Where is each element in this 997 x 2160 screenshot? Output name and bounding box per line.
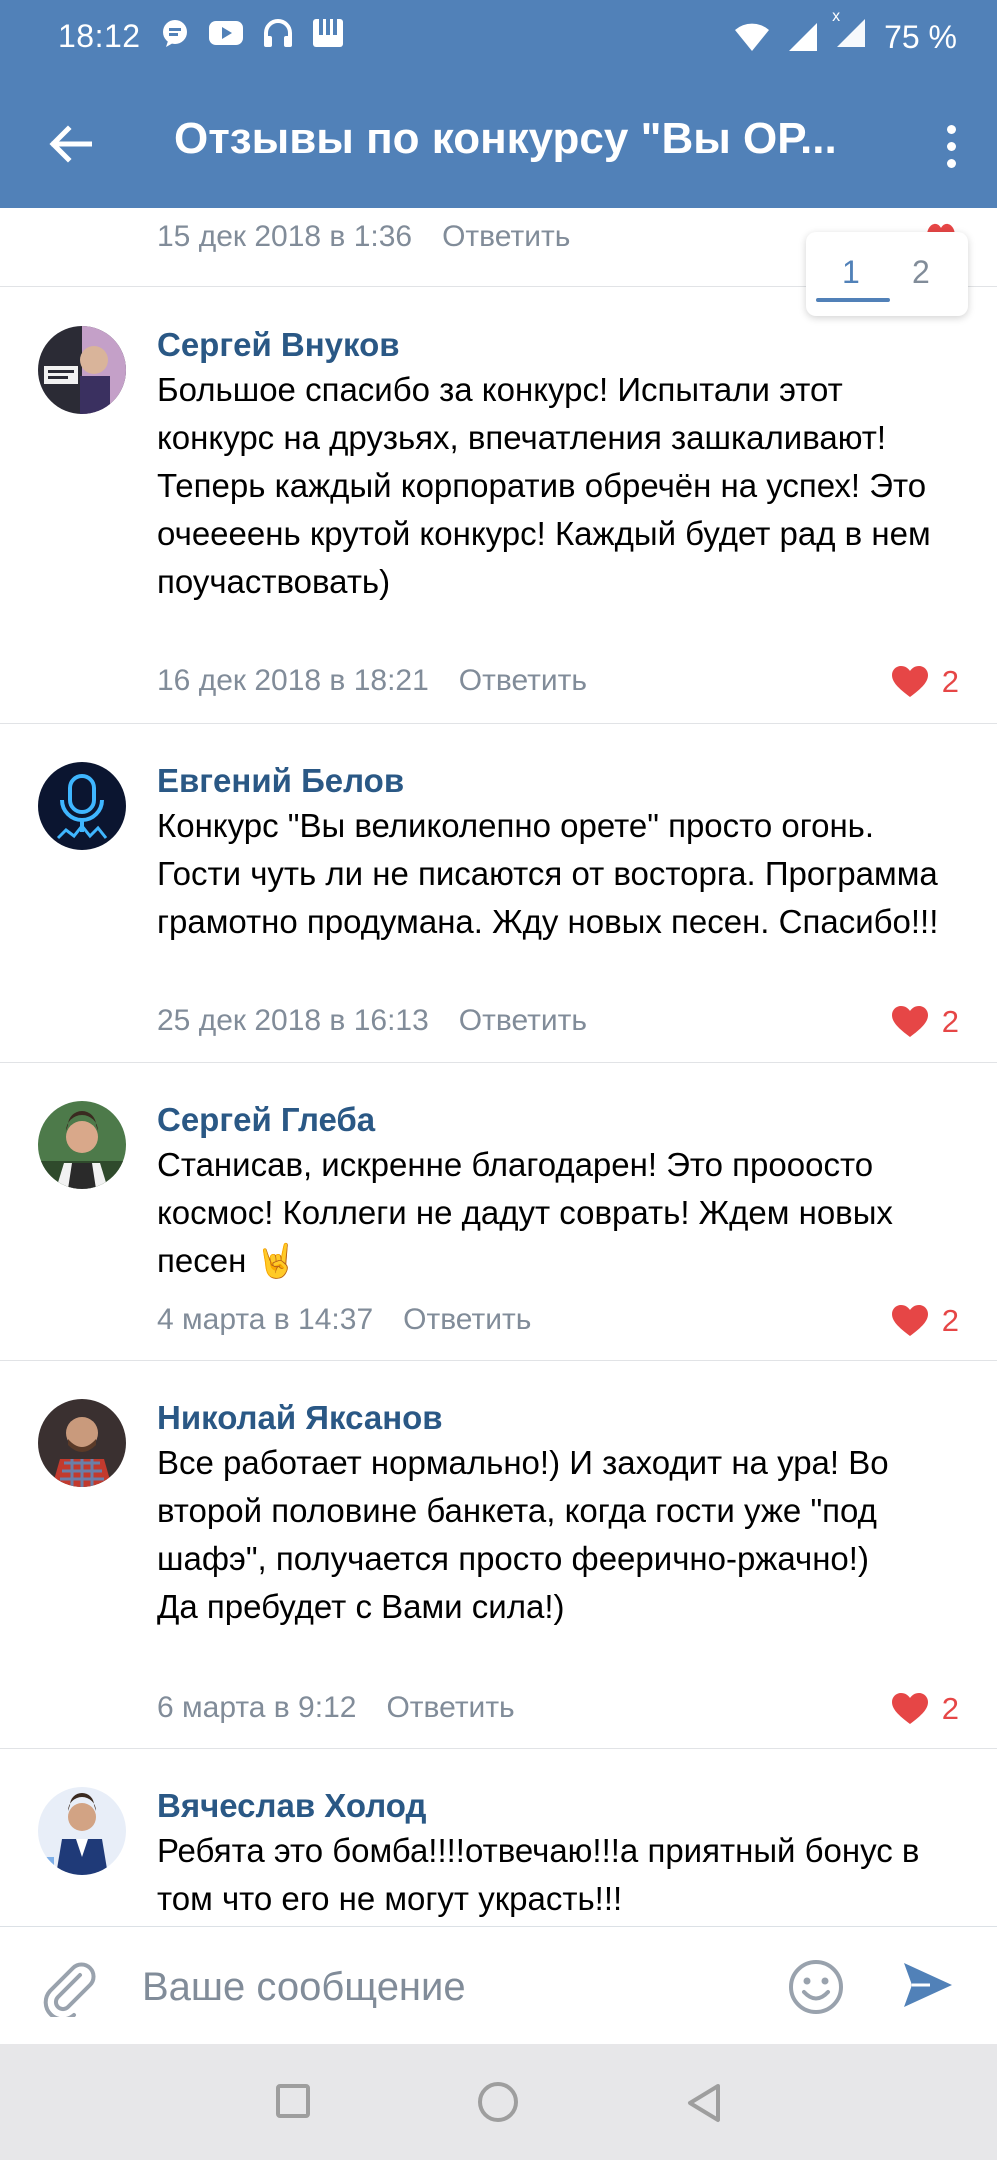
like-button[interactable]: 2 — [891, 1303, 959, 1339]
page-2-button[interactable]: 2 — [912, 254, 930, 291]
status-notification-icons — [160, 18, 344, 48]
signal-icon — [789, 23, 818, 51]
send-icon — [904, 1963, 952, 2007]
comment-author[interactable]: Евгений Белов — [157, 762, 404, 800]
page-switcher: 1 2 — [806, 232, 968, 316]
message-composer — [0, 1926, 997, 2045]
page-title: Отзывы по конкурсу "Вы ОР... — [174, 114, 837, 163]
like-count: 2 — [941, 664, 959, 699]
like-count: 2 — [941, 1004, 959, 1039]
comment-date: 16 дек 2018 в 18:21 — [157, 664, 429, 697]
comment-text: Конкурс "Вы великолепно орете" просто ог… — [157, 807, 947, 940]
active-page-indicator — [816, 298, 890, 302]
page-1-button[interactable]: 1 — [842, 254, 860, 291]
avatar[interactable] — [38, 762, 126, 850]
battery-level: 75 % — [884, 18, 957, 55]
heart-icon — [891, 1305, 928, 1336]
comment-author[interactable]: Вячеслав Холод — [157, 1787, 426, 1825]
avatar[interactable] — [38, 1787, 126, 1875]
app-bar: Отзывы по конкурсу "Вы ОР... — [0, 78, 997, 208]
reply-link[interactable]: Ответить — [459, 664, 587, 698]
more-dot-icon — [946, 124, 956, 134]
top-bar: 18:12 x 75 % Отзывы по конкурсу "Вы ОР..… — [0, 0, 997, 208]
message-input[interactable] — [140, 1951, 764, 2023]
heart-icon — [891, 1006, 928, 1037]
chat-icon — [163, 20, 187, 47]
divider — [0, 723, 997, 724]
comment-date: 25 дек 2018 в 16:13 — [157, 1004, 429, 1037]
no-data-badge: x — [832, 8, 841, 25]
paperclip-icon — [43, 1962, 96, 2022]
status-system-icons: x 75 % — [734, 8, 957, 56]
like-button[interactable]: 2 — [891, 1691, 959, 1727]
previous-comment-meta: 15 дек 2018 в 1:36 Ответить — [157, 220, 570, 254]
send-button[interactable] — [900, 1957, 956, 2018]
comment-meta: 25 дек 2018 в 16:13 Ответить — [157, 1004, 587, 1038]
comments-feed[interactable]: 15 дек 2018 в 1:36 Ответить 1 2 Сергей В… — [0, 208, 997, 1926]
wifi-icon — [735, 23, 770, 51]
comment-text: Ребята это бомба!!!!отвечаю!!!а приятный… — [157, 1832, 929, 1917]
comment-author[interactable]: Сергей Глеба — [157, 1101, 375, 1139]
comment-meta: 6 марта в 9:12 Ответить — [157, 1691, 515, 1725]
comment-date: 6 марта в 9:12 — [157, 1691, 357, 1724]
comment-text: Большое спасибо за конкурс! Испытали это… — [157, 371, 940, 600]
more-options-button[interactable] — [933, 116, 969, 176]
headphones-icon — [264, 19, 292, 47]
reply-link[interactable]: Ответить — [442, 220, 570, 254]
signal-icon-2 — [837, 19, 866, 47]
back-button[interactable] — [42, 116, 98, 172]
heart-icon — [891, 666, 928, 697]
comment-date: 15 дек 2018 в 1:36 — [157, 220, 413, 253]
avatar[interactable] — [38, 1101, 126, 1189]
comment-date: 4 марта в 14:37 — [157, 1303, 374, 1336]
like-count: 2 — [941, 1691, 959, 1726]
comment-meta: 16 дек 2018 в 18:21 Ответить — [157, 664, 587, 698]
system-navigation-bar — [0, 2044, 997, 2160]
reply-link[interactable]: Ответить — [386, 1691, 514, 1725]
heart-icon — [891, 1693, 928, 1724]
comment-meta: 4 марта в 14:37 Ответить — [157, 1303, 531, 1337]
nav-back-icon[interactable] — [684, 2082, 724, 2124]
comment-author[interactable]: Николай Яксанов — [157, 1399, 443, 1437]
arrow-back-icon — [49, 125, 92, 163]
avatar[interactable] — [38, 1399, 126, 1487]
status-time: 18:12 — [58, 18, 141, 54]
recents-button[interactable] — [276, 2084, 310, 2118]
comment-text: Станисав, искренне благодарен! Это прооо… — [157, 1146, 903, 1279]
reply-link[interactable]: Ответить — [459, 1004, 587, 1038]
comment-text: Все работает нормально!) И заходит на ур… — [157, 1444, 889, 1625]
reply-link[interactable]: Ответить — [403, 1303, 531, 1337]
smile-icon — [789, 1960, 843, 2014]
home-button[interactable] — [478, 2082, 518, 2122]
like-count: 2 — [941, 1303, 959, 1338]
comment-author[interactable]: Сергей Внуков — [157, 326, 400, 364]
avatar[interactable] — [38, 326, 126, 414]
emoji-button[interactable] — [788, 1959, 844, 2020]
piano-icon — [313, 19, 343, 47]
divider — [0, 1748, 997, 1749]
youtube-icon — [209, 21, 243, 45]
divider — [0, 1062, 997, 1063]
divider — [0, 1360, 997, 1361]
attach-button[interactable] — [40, 1957, 96, 2022]
status-bar: 18:12 x 75 % — [0, 0, 997, 78]
like-button[interactable]: 2 — [891, 1004, 959, 1040]
like-button[interactable]: 2 — [891, 664, 959, 700]
